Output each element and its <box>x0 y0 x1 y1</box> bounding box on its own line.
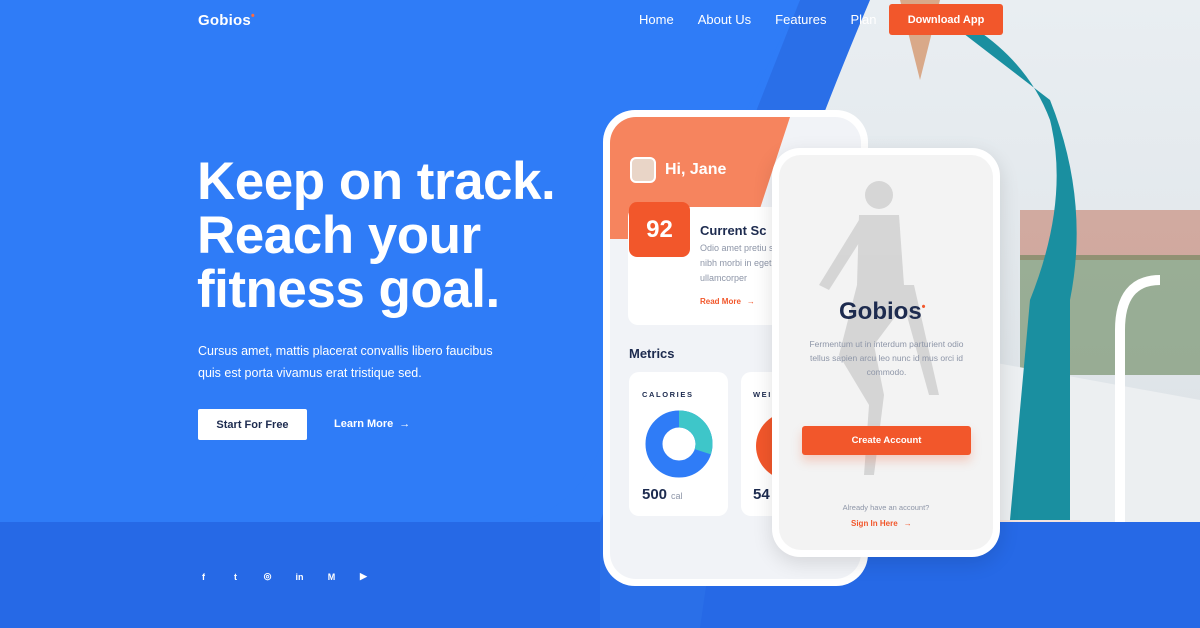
instagram-icon[interactable]: ◎ <box>262 571 273 582</box>
nav-about-us[interactable]: About Us <box>698 12 751 27</box>
arrow-right-icon: → <box>399 418 411 430</box>
calories-number: 500 <box>642 486 668 503</box>
read-more-label: Read More <box>700 297 741 306</box>
hero-title: Keep on track. Reach your fitness goal. <box>197 155 617 317</box>
youtube-icon[interactable]: ▶ <box>358 571 369 582</box>
greeting-text: Hi, Jane <box>665 161 727 178</box>
signup-description: Fermentum ut in interdum parturient odio… <box>809 339 964 377</box>
calories-donut-chart <box>645 410 713 478</box>
download-app-button[interactable]: Download App <box>889 4 1003 35</box>
greeting: Hi, Jane <box>630 157 726 183</box>
arrow-right-icon: → <box>746 297 755 306</box>
hero-subtitle: Cursus amet, mattis placerat convallis l… <box>198 344 493 380</box>
calories-unit: cal <box>671 491 683 501</box>
main-nav: Home About Us Features Plan <box>639 12 877 27</box>
already-account-text: Already have an account? <box>842 503 930 512</box>
hero-title-line-3: fitness goal. <box>197 260 500 319</box>
brand-mark-icon: • <box>250 10 255 22</box>
nav-features[interactable]: Features <box>775 12 826 27</box>
sign-in-label: Sign In Here <box>851 519 898 528</box>
calories-label: CALORIES <box>642 390 694 399</box>
hero-title-line-2: Reach your <box>197 206 481 265</box>
calories-card[interactable]: CALORIES 500 cal <box>629 372 728 516</box>
facebook-icon[interactable]: f <box>198 571 209 582</box>
hero-title-line-1: Keep on track. <box>197 152 556 211</box>
nav-plan[interactable]: Plan <box>850 12 876 27</box>
learn-more-label: Learn More <box>334 418 394 430</box>
start-for-free-button[interactable]: Start For Free <box>198 409 307 440</box>
metrics-title: Metrics <box>629 346 675 361</box>
avatar[interactable] <box>630 157 656 183</box>
score-value: 92 <box>629 202 690 257</box>
score-title: Current Sc <box>700 223 767 238</box>
signup-logo: Gobios• <box>839 298 926 326</box>
arrow-right-icon: → <box>903 519 912 528</box>
sign-in-link[interactable]: Sign In Here → <box>851 519 912 528</box>
phone-signup: Gobios• Fermentum ut in interdum parturi… <box>772 148 1000 557</box>
social-links: f t ◎ in M ▶ <box>198 571 369 582</box>
brand-name: Gobios <box>198 12 251 29</box>
learn-more-link[interactable]: Learn More → <box>334 418 410 430</box>
calories-value: 500 cal <box>642 486 683 503</box>
twitter-icon[interactable]: t <box>230 571 241 582</box>
brand-mark-icon: • <box>921 301 926 313</box>
weight-value: 54 <box>753 486 770 503</box>
signup-logo-text: Gobios <box>839 298 922 325</box>
nav-home[interactable]: Home <box>639 12 674 27</box>
weight-label: WEI <box>753 390 772 399</box>
linkedin-icon[interactable]: in <box>294 571 305 582</box>
medium-icon[interactable]: M <box>326 571 337 582</box>
brand-logo[interactable]: Gobios• <box>198 10 255 29</box>
read-more-link[interactable]: Read More → <box>700 297 755 306</box>
create-account-button[interactable]: Create Account <box>802 426 971 455</box>
phone-signup-screen: Gobios• Fermentum ut in interdum parturi… <box>779 155 993 550</box>
